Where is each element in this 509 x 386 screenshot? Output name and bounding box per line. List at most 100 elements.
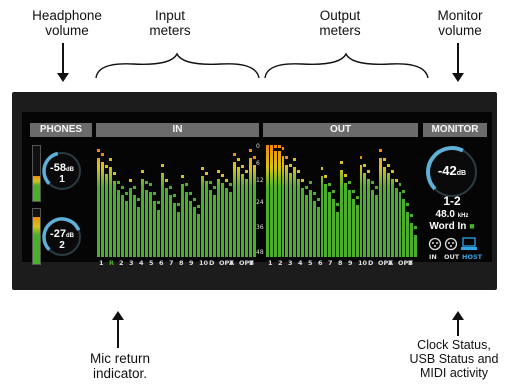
channel-label: 10: [358, 259, 368, 267]
meter-peak: [105, 165, 108, 169]
meter-bar: [189, 201, 192, 257]
meter-peak: [351, 189, 355, 193]
channel-label: 3: [288, 259, 293, 267]
meter-bar: [121, 195, 124, 257]
meter-bar: [316, 206, 320, 257]
phones-1-volume-knob[interactable]: -58dB 1: [42, 151, 81, 190]
meter-peak: [201, 167, 204, 171]
midi-out-label: OUT: [444, 253, 460, 261]
meter-peak: [308, 180, 312, 184]
meter-peak: [359, 156, 363, 160]
meter-bar: [281, 156, 285, 257]
meter-bar: [367, 178, 371, 257]
meter-peak: [217, 169, 220, 173]
meter-bar: [343, 183, 347, 257]
meter-bar: [149, 192, 152, 257]
phones-2-channel: 2: [59, 240, 65, 251]
meter-bar: [312, 201, 316, 257]
meter-bar: [359, 165, 363, 257]
meter-bar: [289, 173, 293, 257]
meter-bar: [308, 189, 312, 257]
meter-peak: [209, 180, 212, 184]
meter-bar: [205, 180, 208, 257]
meter-bar: [185, 192, 188, 257]
meter-bar: [193, 206, 196, 257]
scale-label: 36: [256, 223, 264, 231]
meter-bar: [379, 158, 382, 257]
meter-bar: [213, 195, 216, 257]
monitor-channels: 1-2: [443, 194, 461, 208]
sample-rate-unit: kHz: [457, 213, 469, 219]
meter-bar: [351, 198, 355, 257]
meter-bar: [277, 150, 281, 257]
meter-peak: [113, 171, 116, 175]
meter-peak: [189, 192, 192, 195]
meter-peak: [266, 145, 269, 148]
meter-peak: [101, 152, 104, 156]
meter-bar: [209, 189, 212, 257]
meter-bar: [304, 195, 308, 257]
monitor-unit: dB: [456, 170, 467, 177]
monitor-volume-callout: Monitor volume: [437, 8, 483, 38]
meter-peak: [229, 183, 232, 187]
meter-bar: [245, 178, 248, 257]
meter-peak: [253, 156, 256, 160]
meter-peak: [312, 192, 316, 195]
meter-bar: [382, 167, 386, 257]
meter-bar: [201, 176, 204, 257]
channel-label: 9: [348, 259, 353, 267]
scale-label: 48: [256, 249, 264, 257]
meter-bar: [241, 174, 244, 257]
meter-peak: [185, 183, 188, 187]
channel-label: 8: [179, 259, 184, 267]
usb-host-icon: [461, 237, 477, 250]
phones-header: PHONES: [30, 123, 92, 137]
phones-1-channel: 1: [59, 174, 65, 185]
meter-peak: [336, 203, 340, 207]
meter-bar: [133, 195, 136, 257]
meter-peak: [269, 145, 273, 148]
phones-2-value: -27: [50, 228, 66, 240]
meter-bar: [328, 192, 332, 257]
clock-source: Word In ■: [420, 221, 484, 232]
midi-in-icon: [428, 237, 442, 251]
meter-peak: [125, 192, 128, 195]
meter-peak: [161, 164, 164, 167]
meter-peak: [375, 186, 379, 190]
channel-label: A: [388, 259, 394, 267]
monitor-volume-knob[interactable]: -42dB: [426, 146, 477, 197]
meter-peak: [379, 149, 382, 153]
channel-label: 9: [189, 259, 194, 267]
meter-bar: [129, 187, 132, 257]
meter-bar: [375, 195, 379, 257]
meter-bar: [340, 169, 343, 257]
sample-rate: 48.0 kHz: [420, 209, 484, 220]
meter-peak: [332, 189, 336, 193]
meter-peak: [293, 158, 297, 162]
meter-bar: [229, 192, 232, 257]
clock-source-label: Word In: [429, 221, 467, 232]
meter-peak: [241, 165, 244, 169]
meter-bar: [145, 189, 148, 257]
channel-label: 6: [318, 259, 323, 267]
channel-label: 5: [149, 259, 154, 267]
meter-peak: [249, 149, 252, 153]
meter-bar: [181, 184, 184, 257]
meter-bar: [266, 148, 269, 257]
meter-bar: [161, 173, 164, 257]
meter-peak: [289, 164, 293, 167]
midi-out-icon: [444, 237, 458, 251]
meter-peak: [237, 158, 240, 162]
phones-1-level-meter: [32, 145, 41, 202]
meter-bar: [410, 223, 414, 257]
meter-bar: [221, 183, 224, 257]
meter-peak: [129, 178, 132, 182]
meter-bar: [394, 187, 398, 257]
phones-2-volume-knob[interactable]: -27dB 2: [42, 217, 81, 256]
meter-bar: [336, 212, 340, 257]
phones-2-level-meter: [32, 208, 41, 265]
meter-peak: [273, 145, 277, 148]
meter-bar: [285, 165, 289, 257]
channel-label: D: [368, 259, 374, 267]
clock-arrow: [452, 311, 464, 336]
